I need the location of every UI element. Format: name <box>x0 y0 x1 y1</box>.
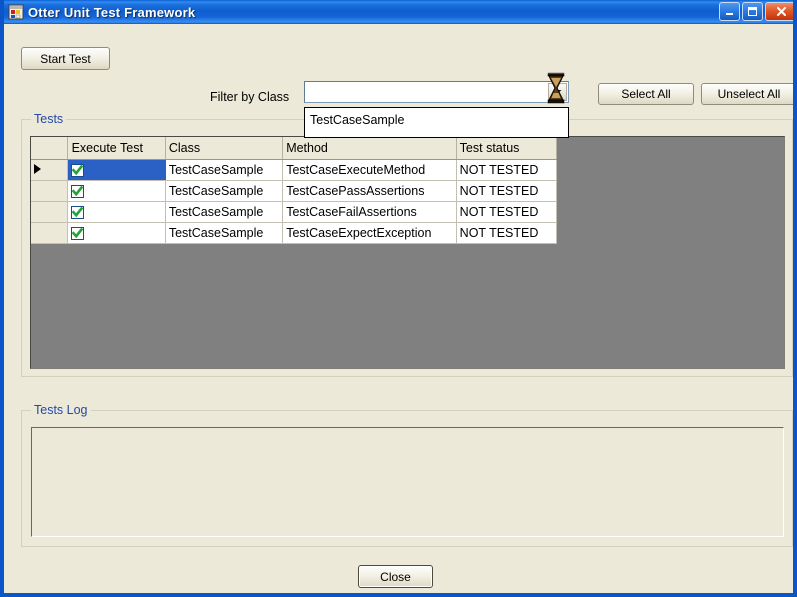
checkbox-checked-icon[interactable] <box>70 163 84 177</box>
table-row[interactable]: TestCaseSample TestCaseExecuteMethod NOT T… <box>31 159 558 181</box>
column-header-method[interactable]: Method <box>282 137 457 160</box>
test-status-cell[interactable]: NOT TESTED <box>456 201 558 223</box>
tests-table-body: TestCaseSample TestCaseExecuteMethod NOT T… <box>31 159 558 244</box>
filter-by-class-combobox[interactable] <box>304 81 569 103</box>
close-icon <box>777 7 786 16</box>
app-form-icon <box>8 4 24 20</box>
execute-test-cell[interactable] <box>67 159 166 181</box>
column-header-rowselector[interactable] <box>31 137 68 160</box>
dropdown-option-testcasesample[interactable]: TestCaseSample <box>305 108 568 127</box>
method-cell[interactable]: TestCasePassAssertions <box>282 180 457 202</box>
class-cell[interactable]: TestCaseSample <box>165 222 284 244</box>
tests-log-textarea[interactable] <box>31 427 784 537</box>
method-cell[interactable]: TestCaseFailAssertions <box>282 201 457 223</box>
column-header-execute-test[interactable]: Execute Test <box>67 137 166 160</box>
application-window: Otter Unit Test Framework Start Test Fil… <box>0 0 797 597</box>
tests-table: Execute Test Class Method Test status Te… <box>31 137 558 244</box>
test-status-cell[interactable]: NOT TESTED <box>456 222 558 244</box>
column-header-class[interactable]: Class <box>165 137 284 160</box>
row-selector[interactable] <box>31 222 68 244</box>
table-row[interactable]: TestCaseSample TestCasePassAssertions NOT … <box>31 180 558 202</box>
method-cell[interactable]: TestCaseExecuteMethod <box>282 159 457 181</box>
minimize-icon <box>726 13 733 15</box>
tests-table-header: Execute Test Class Method Test status <box>31 137 558 160</box>
column-header-test-status[interactable]: Test status <box>456 137 558 160</box>
filter-by-class-input[interactable] <box>305 81 548 103</box>
window-title: Otter Unit Test Framework <box>28 4 196 20</box>
filter-by-class-label: Filter by Class <box>210 90 290 104</box>
execute-test-cell[interactable] <box>67 222 166 244</box>
row-selector[interactable] <box>31 180 68 202</box>
close-button[interactable]: Close <box>358 565 433 588</box>
start-test-button[interactable]: Start Test <box>21 47 110 70</box>
checkbox-checked-icon[interactable] <box>70 184 84 198</box>
tests-log-group-box: Tests Log <box>21 403 793 547</box>
chevron-down-icon[interactable] <box>548 83 567 101</box>
minimize-button[interactable] <box>719 2 740 21</box>
caption-buttons <box>719 2 793 21</box>
unselect-all-button[interactable]: Unselect All <box>701 83 793 105</box>
close-button-titlebar[interactable] <box>765 2 793 21</box>
test-status-cell[interactable]: NOT TESTED <box>456 159 558 181</box>
row-selector-current[interactable] <box>31 159 68 181</box>
execute-test-cell[interactable] <box>67 180 166 202</box>
maximize-button[interactable] <box>742 2 763 21</box>
row-selector[interactable] <box>31 201 68 223</box>
checkbox-checked-icon[interactable] <box>70 226 84 240</box>
execute-test-cell[interactable] <box>67 201 166 223</box>
tests-group-label: Tests <box>31 112 67 126</box>
test-status-cell[interactable]: NOT TESTED <box>456 180 558 202</box>
checkbox-checked-icon[interactable] <box>70 205 84 219</box>
filter-by-class-dropdown-list[interactable]: TestCaseSample <box>304 107 569 138</box>
class-cell[interactable]: TestCaseSample <box>165 180 284 202</box>
class-cell[interactable]: TestCaseSample <box>165 159 284 181</box>
select-all-button[interactable]: Select All <box>598 83 694 105</box>
table-row[interactable]: TestCaseSample TestCaseExpectException NOT… <box>31 222 558 244</box>
current-row-arrow-icon <box>34 163 41 174</box>
maximize-icon <box>748 7 757 16</box>
table-header-row: Execute Test Class Method Test status <box>31 137 558 160</box>
table-row[interactable]: TestCaseSample TestCaseFailAssertions NOT … <box>31 201 558 223</box>
tests-log-group-label: Tests Log <box>31 403 91 417</box>
title-bar[interactable]: Otter Unit Test Framework <box>4 0 793 24</box>
tests-group-box: Tests Execute Test Class Method Test sta… <box>21 112 793 377</box>
tests-data-grid[interactable]: Execute Test Class Method Test status Te… <box>30 136 785 369</box>
method-cell[interactable]: TestCaseExpectException <box>282 222 457 244</box>
class-cell[interactable]: TestCaseSample <box>165 201 284 223</box>
